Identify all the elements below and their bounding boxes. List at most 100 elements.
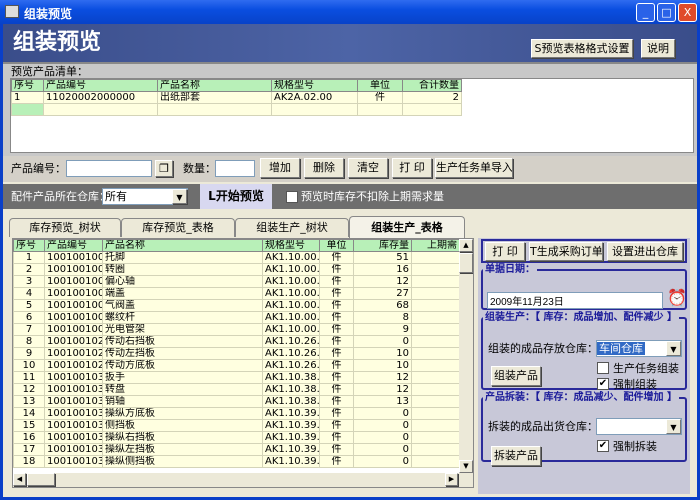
grid-cell: 传动方底板 [102, 359, 263, 372]
add-button[interactable]: 增加 [260, 158, 300, 178]
grid-cell: 光电管架 [102, 323, 263, 336]
grid-row[interactable]: 11001001000托脚AK1.10.00.件51 [13, 251, 459, 264]
grid-row[interactable]: 71001001000光电管架AK1.10.00.件9 [13, 323, 459, 336]
assemble-legend: 组装生产：【 库存：成品增加、配件减少 】 [485, 312, 677, 323]
grid-cell [411, 335, 459, 348]
grid-cell: 51 [353, 251, 412, 264]
import-task-button[interactable]: 生产任务单导入 [435, 158, 513, 178]
delete-button[interactable]: 删除 [304, 158, 344, 178]
grid-cell: 1001001039 [44, 443, 103, 456]
scroll-down-icon[interactable]: ▼ [459, 460, 473, 473]
scroll-right-icon[interactable]: ▶ [445, 473, 458, 486]
grid-row[interactable]: 91001001026传动左挡板AK1.10.26.件10 [13, 347, 459, 360]
column-header[interactable]: 规格型号 [271, 79, 358, 92]
new-row[interactable] [11, 103, 462, 116]
grid-row[interactable]: 51001001000气阀盖AK1.10.00.件68 [13, 299, 459, 312]
product-code-input[interactable] [66, 160, 152, 177]
grid-cell: 1001001000 [44, 275, 103, 288]
grid-row[interactable]: 141001001039操纵方底板AK1.10.39.件0 [13, 407, 459, 420]
table-cell: 件 [357, 91, 403, 104]
grid-cell: 1001001038 [44, 383, 103, 396]
grid-row[interactable]: 41001001000端盖AK1.10.00.件27 [13, 287, 459, 300]
hscroll-thumb[interactable] [27, 473, 55, 486]
lookup-icon[interactable]: ❐ [155, 160, 173, 177]
print-button[interactable]: 打 印 [485, 242, 525, 261]
product-list-panel: 预览产品清单： 序号 产品编号 产品名称 规格型号 单位 合计数量 1 1102000200… [3, 62, 697, 156]
scroll-left-icon[interactable]: ◀ [13, 473, 26, 486]
force-disassemble-checkbox[interactable]: ✔ [597, 440, 609, 452]
grid-row[interactable]: 171001001039操纵左挡板AK1.10.39.件0 [13, 443, 459, 456]
task-assemble-checkbox[interactable] [597, 362, 609, 374]
grid-cell: 端盖 [102, 287, 263, 300]
column-header[interactable]: 产品编号 [43, 79, 158, 92]
grid-row[interactable]: 121001001038转盘AK1.10.38.件12 [13, 383, 459, 396]
grid-row[interactable]: 101001001026传动方底板AK1.10.26.件10 [13, 359, 459, 372]
grid-column-header[interactable]: 上期需 [411, 239, 459, 252]
warehouse-select[interactable]: 所有 ▼ [102, 188, 188, 205]
chevron-down-icon[interactable]: ▼ [172, 189, 187, 204]
grid-cell: 8 [353, 311, 412, 324]
start-preview-button[interactable]: L开始预览 [200, 184, 272, 209]
grid-cell: AK1.10.38. [262, 371, 320, 384]
grid-row[interactable]: 31001001000偏心轴AK1.10.00.件12 [13, 275, 459, 288]
tab-stock-tree[interactable]: 库存预览_树状 [9, 218, 121, 237]
grid-column-header[interactable]: 序号 [13, 239, 45, 252]
disassemble-button[interactable]: 拆装产品 [491, 446, 541, 466]
grid-cell: 件 [319, 335, 354, 348]
grid-cell: 1001001026 [44, 359, 103, 372]
assemble-button[interactable]: 组装产品 [491, 366, 541, 386]
grid-row[interactable]: 161001001039操纵右挡板AK1.10.39.件0 [13, 431, 459, 444]
table-cell: 1 [11, 91, 44, 104]
grid-row[interactable]: 131001001038销轴AK1.10.38.件13 [13, 395, 459, 408]
maximize-button[interactable]: □ [657, 3, 676, 22]
grid-row[interactable]: 61001001000螺纹杆AK1.10.00.件8 [13, 311, 459, 324]
grid-column-header[interactable]: 产品名称 [102, 239, 263, 252]
quantity-input[interactable] [215, 160, 255, 177]
disassemble-warehouse-select[interactable]: ▼ [596, 418, 682, 435]
scroll-up-icon[interactable]: ▲ [459, 239, 473, 252]
grid-row[interactable]: 81001001026传动右挡板AK1.10.26.件0 [13, 335, 459, 348]
chevron-down-icon[interactable]: ▼ [666, 341, 681, 356]
tab-stock-table[interactable]: 库存预览_表格 [121, 218, 235, 237]
column-header[interactable]: 序号 [11, 79, 44, 92]
grid-cell: 侧挡板 [102, 419, 263, 432]
horizontal-scrollbar[interactable]: ◀ ▶ [13, 473, 473, 487]
app-icon [5, 5, 19, 18]
grid-row[interactable]: 21001001000转圈AK1.10.00.件16 [13, 263, 459, 276]
minimize-button[interactable]: _ [636, 3, 655, 22]
tab-assemble-tree[interactable]: 组装生产_树状 [235, 218, 349, 237]
column-header[interactable]: 合计数量 [402, 79, 462, 92]
table-row[interactable]: 1 11020002000000 出纸部套 AK2A.02.00 件 2 [11, 91, 462, 104]
grid-cell [411, 359, 459, 372]
help-button[interactable]: 说明 [641, 39, 675, 58]
grid-row[interactable]: 151001001039侧挡板AK1.10.39.件0 [13, 419, 459, 432]
grid-row[interactable]: 111001001038扳手AK1.10.38.件12 [13, 371, 459, 384]
set-warehouse-button[interactable]: 设置进出仓库 [607, 242, 683, 261]
date-input[interactable] [487, 292, 663, 309]
vertical-scrollbar[interactable]: ▲ ▼ [459, 239, 473, 473]
clock-icon[interactable]: ⏰ [667, 289, 687, 307]
grid-column-header[interactable]: 规格型号 [262, 239, 320, 252]
empty-cell [357, 103, 403, 116]
close-button[interactable]: X [678, 3, 697, 22]
scroll-thumb[interactable] [459, 253, 473, 273]
grid-column-header[interactable]: 库存量 [353, 239, 412, 252]
purchase-order-button[interactable]: T生成采购订单 [529, 242, 603, 261]
grid-cell: AK1.10.26. [262, 359, 320, 372]
format-settings-button[interactable]: S预览表格格式设置 [531, 39, 633, 58]
grid-row[interactable]: 181001001039操纵侧挡板AK1.10.39.件0 [13, 455, 459, 468]
grid-column-header[interactable]: 单位 [319, 239, 354, 252]
tab-assemble-table[interactable]: 组装生产_表格 [349, 216, 465, 238]
chevron-down-icon[interactable]: ▼ [666, 419, 681, 434]
column-header[interactable]: 单位 [357, 79, 403, 92]
grid-column-header[interactable]: 产品编号 [44, 239, 103, 252]
no-deduct-checkbox[interactable] [286, 191, 298, 203]
force-assemble-checkbox[interactable]: ✔ [597, 378, 609, 390]
print-list-button[interactable]: 打 印 [392, 158, 432, 178]
grid-cell: 转圈 [102, 263, 263, 276]
column-header[interactable]: 产品名称 [157, 79, 272, 92]
assemble-warehouse-select[interactable]: 车间仓库 ▼ [596, 340, 682, 357]
clear-button[interactable]: 清空 [348, 158, 388, 178]
grid-cell: 9 [353, 323, 412, 336]
force-assemble-label: 强制组装 [613, 378, 657, 391]
